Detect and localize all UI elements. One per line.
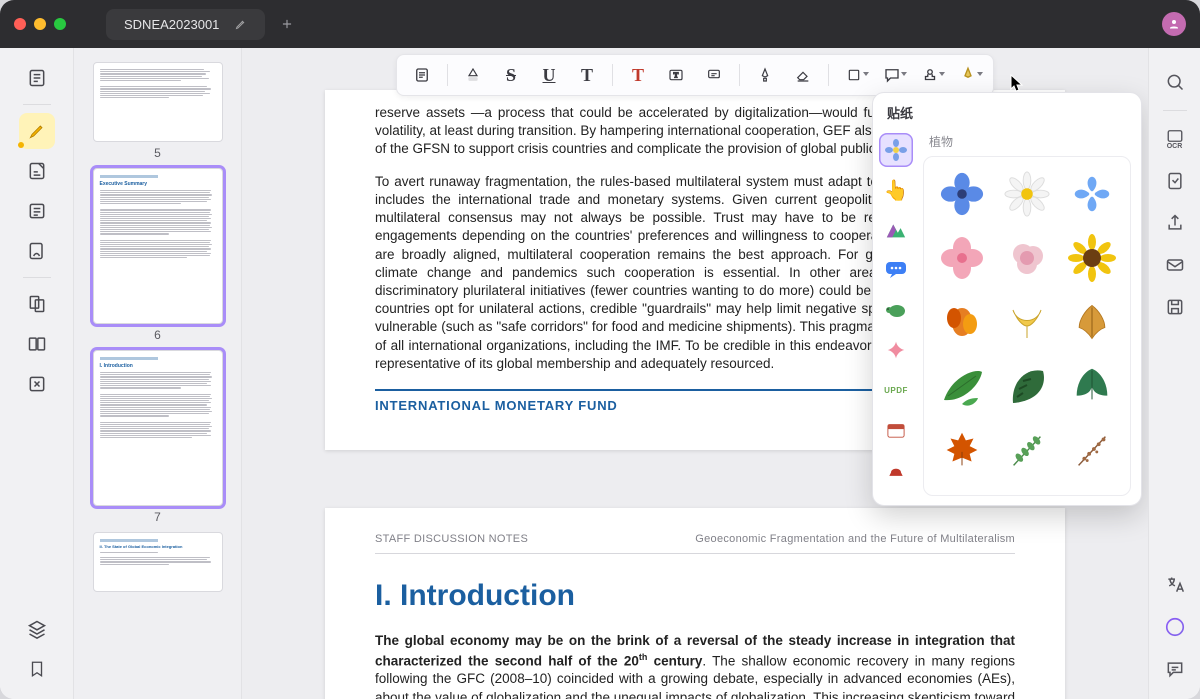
pen-tool[interactable] [748, 58, 782, 92]
sticker-category-hat[interactable] [879, 453, 913, 487]
new-tab-button[interactable] [273, 10, 301, 38]
page-view-tool[interactable] [19, 60, 55, 96]
merge-tool[interactable] [19, 286, 55, 322]
eraser-tool[interactable] [786, 58, 820, 92]
right-tool-rail: OCR [1148, 48, 1200, 699]
sticker-category-pdf[interactable]: UPDF [879, 373, 913, 407]
ai-button[interactable] [1159, 611, 1191, 643]
share-button[interactable] [1159, 207, 1191, 239]
section-heading: I. Introduction [375, 576, 1015, 617]
text-style-tool[interactable]: T [570, 58, 604, 92]
minimize-window-button[interactable] [34, 18, 46, 30]
document-tab[interactable]: SDNEA2023001 [106, 9, 265, 40]
window-controls [14, 18, 66, 30]
layers-tool[interactable] [19, 611, 55, 647]
sticker-category-calendar[interactable] [879, 413, 913, 447]
sticker-monstera-leaf[interactable] [997, 357, 1056, 415]
document-tab-title: SDNEA2023001 [124, 17, 219, 32]
form-tool[interactable] [19, 193, 55, 229]
save-button[interactable] [1159, 291, 1191, 323]
annotation-toolbar: S U T T T [396, 54, 994, 96]
highlight-color-tool[interactable] [456, 58, 490, 92]
sticker-category-mountain[interactable] [879, 213, 913, 247]
running-header-right: Geoeconomic Fragmentation and the Future… [695, 532, 1015, 547]
sticker-blue-flower-1[interactable] [932, 165, 991, 223]
sticker-dried-branch[interactable] [1063, 421, 1122, 479]
sticker-orange-flower[interactable] [932, 293, 991, 351]
document-page: STAFF DISCUSSION NOTES Geoeconomic Fragm… [325, 508, 1065, 699]
sticker-sprig[interactable] [997, 421, 1056, 479]
sticker-autumn-leaf[interactable] [1063, 293, 1122, 351]
sticker-sunflower[interactable] [1063, 229, 1122, 287]
sticker-tool[interactable] [875, 58, 909, 92]
sticker-maple-leaf[interactable] [932, 421, 991, 479]
sticker-category-animal[interactable] [879, 293, 913, 327]
thumb-page-number: 6 [154, 328, 161, 342]
search-button[interactable] [1159, 66, 1191, 98]
underline-tool[interactable]: U [532, 58, 566, 92]
convert-tool[interactable] [19, 366, 55, 402]
signature-tool[interactable] [951, 58, 985, 92]
document-viewport[interactable]: S U T T T [242, 48, 1148, 699]
thumb-page-number: 7 [154, 510, 161, 524]
text-note-tool[interactable] [19, 153, 55, 189]
sticker-popover: 贴纸 👆 UPDF [872, 92, 1142, 506]
sticker-peony[interactable] [997, 229, 1056, 287]
sticker-daisy[interactable] [997, 165, 1056, 223]
fill-sign-tool[interactable] [19, 233, 55, 269]
ocr-button[interactable]: OCR [1159, 123, 1191, 155]
shape-tool[interactable] [837, 58, 871, 92]
page-thumbnail[interactable]: Executive Summary [93, 168, 223, 324]
close-window-button[interactable] [14, 18, 26, 30]
page-thumbnail[interactable]: II. The State of Global Economic Integra… [93, 532, 223, 592]
thumb-page-number: 5 [154, 146, 161, 160]
pencil-icon[interactable] [235, 18, 247, 30]
avatar[interactable] [1162, 12, 1186, 36]
bookmark-tool[interactable] [19, 651, 55, 687]
page-thumbnail[interactable]: I. Introduction [93, 350, 223, 506]
text-box-tool[interactable]: T [659, 58, 693, 92]
sticker-grid-container [923, 156, 1131, 496]
translate-button[interactable] [1159, 569, 1191, 601]
free-text-tool[interactable]: T [621, 58, 655, 92]
sticker-category-label: 植物 [929, 133, 1131, 150]
sticker-category-hand[interactable]: 👆 [879, 173, 913, 207]
sticker-blue-flower-2[interactable] [1063, 165, 1122, 223]
sticker-category-rail: 👆 UPDF [873, 93, 919, 505]
callout-tool[interactable] [697, 58, 731, 92]
running-header-left: STAFF DISCUSSION NOTES [375, 532, 528, 547]
crop-button[interactable] [1159, 165, 1191, 197]
sticker-category-chat[interactable] [879, 253, 913, 287]
sticker-green-leaf[interactable] [932, 357, 991, 415]
content-selection-tool[interactable] [405, 58, 439, 92]
page-thumbnail[interactable] [93, 62, 223, 142]
titlebar: SDNEA2023001 [0, 0, 1200, 48]
popover-title: 贴纸 [887, 103, 913, 122]
thumbnail-panel: 5 Executive Summary 6 I. Introduction [74, 48, 242, 699]
sticker-pink-flower[interactable] [932, 229, 991, 287]
compare-tool[interactable] [19, 326, 55, 362]
mail-button[interactable] [1159, 249, 1191, 281]
left-tool-rail [0, 48, 74, 699]
body-paragraph: The global economy may be on the brink o… [375, 632, 1015, 699]
zoom-window-button[interactable] [54, 18, 66, 30]
sticker-category-sparkle[interactable] [879, 333, 913, 367]
strikethrough-tool[interactable]: S [494, 58, 528, 92]
svg-text:T: T [674, 71, 679, 80]
stamp-tool[interactable] [913, 58, 947, 92]
sticker-tropical-leaf[interactable] [1063, 357, 1122, 415]
comment-panel-button[interactable] [1159, 653, 1191, 685]
sticker-ginkgo-leaf[interactable] [997, 293, 1056, 351]
sticker-category-plants[interactable] [879, 133, 913, 167]
